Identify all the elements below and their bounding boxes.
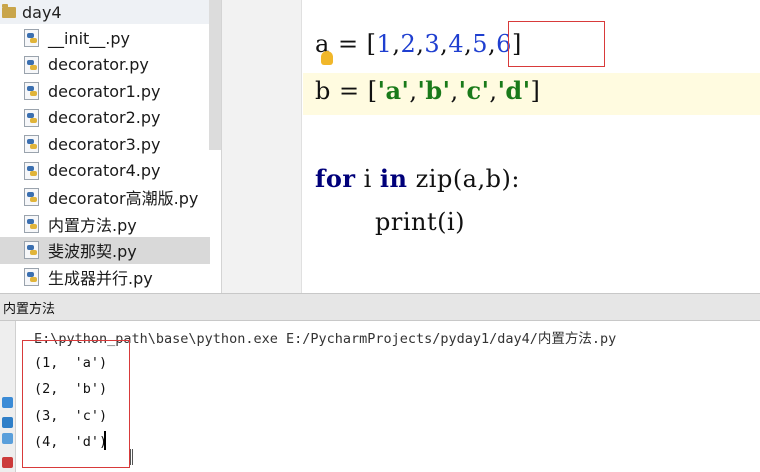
file-label: decorator1.py xyxy=(48,81,161,101)
run-console[interactable]: E:\python_path\base\python.exe E:/Pychar… xyxy=(16,321,760,472)
code-line-b[interactable]: b = ['a','b','c','d'] xyxy=(315,76,540,105)
file-label: decorator4.py xyxy=(48,161,161,181)
file-label: decorator.py xyxy=(48,55,149,75)
project-tree-panel: day4 __init__.py decorator.py decorator1.p… xyxy=(0,0,222,293)
python-file-icon xyxy=(24,55,39,74)
file-item[interactable]: decorator高潮版.py xyxy=(0,184,210,211)
soft-wrap-icon[interactable] xyxy=(2,433,13,444)
file-label: 内置方法.py xyxy=(48,215,137,235)
run-tab-header[interactable]: 内置方法 xyxy=(0,293,760,321)
code-text: i xyxy=(355,165,380,193)
python-file-icon xyxy=(24,82,39,101)
string-literal: 'd' xyxy=(497,76,531,105)
file-item[interactable]: decorator3.py xyxy=(0,131,210,158)
file-item[interactable]: decorator.py xyxy=(0,52,210,79)
ibeam-cursor-icon xyxy=(130,449,133,465)
number-literal: 5 xyxy=(472,30,489,58)
annotation-box-code xyxy=(508,21,605,67)
string-literal: 'a' xyxy=(377,76,410,105)
file-list: __init__.py decorator.py decorator1.py deco… xyxy=(0,25,210,290)
python-file-icon xyxy=(24,161,39,180)
number-literal: 4 xyxy=(448,30,465,58)
code-line-print[interactable]: print(i) xyxy=(375,208,465,236)
file-label: decorator高潮版.py xyxy=(48,189,199,209)
file-label: decorator2.py xyxy=(48,108,161,128)
close-run-icon[interactable] xyxy=(2,457,13,468)
keyword-for: for xyxy=(315,164,356,193)
tree-folder-day4[interactable]: day4 xyxy=(0,0,210,24)
folder-icon xyxy=(2,3,16,18)
lightbulb-icon[interactable] xyxy=(321,51,333,65)
file-label: 斐波那契.py xyxy=(48,242,137,262)
number-literal: 1 xyxy=(376,30,393,58)
file-item[interactable]: 生成器并行.py xyxy=(0,264,210,291)
file-item[interactable]: decorator1.py xyxy=(0,78,210,105)
file-label: 生成器并行.py xyxy=(48,268,153,288)
annotation-box-output xyxy=(22,340,130,468)
scroll-to-end-icon[interactable] xyxy=(2,417,13,428)
code-text: zip(a,b): xyxy=(407,165,520,193)
code-line-for[interactable]: for i in zip(a,b): xyxy=(315,164,520,193)
folder-label: day4 xyxy=(22,2,62,22)
code-line-a[interactable]: a = [1,2,3,4,5,6] xyxy=(315,30,522,58)
file-item[interactable]: 斐波那契.py xyxy=(0,237,210,264)
python-file-icon xyxy=(24,135,39,154)
python-file-icon xyxy=(24,188,39,207)
python-file-icon xyxy=(24,108,39,127)
file-label: __init__.py xyxy=(48,28,131,48)
python-file-icon xyxy=(24,214,39,233)
string-literal: 'b' xyxy=(417,76,451,105)
python-file-icon xyxy=(24,267,39,286)
python-file-icon xyxy=(24,241,39,260)
file-item[interactable]: decorator4.py xyxy=(0,158,210,185)
python-file-icon xyxy=(24,29,39,48)
run-tab-title: 内置方法 xyxy=(3,301,56,317)
file-item[interactable]: __init__.py xyxy=(0,25,210,52)
code-editor[interactable]: a = [1,2,3,4,5,6] b = ['a','b','c','d'] … xyxy=(222,0,760,293)
keyword-in: in xyxy=(379,164,408,193)
project-scrollbar[interactable] xyxy=(209,0,221,150)
run-toolbar xyxy=(0,321,16,472)
number-literal: 3 xyxy=(424,30,441,58)
editor-gutter xyxy=(222,0,302,293)
number-literal: 2 xyxy=(400,30,417,58)
rerun-icon[interactable] xyxy=(2,397,13,408)
string-literal: 'c' xyxy=(458,76,490,105)
file-label: decorator3.py xyxy=(48,134,161,154)
file-item[interactable]: 内置方法.py xyxy=(0,211,210,238)
file-item[interactable]: decorator2.py xyxy=(0,105,210,132)
